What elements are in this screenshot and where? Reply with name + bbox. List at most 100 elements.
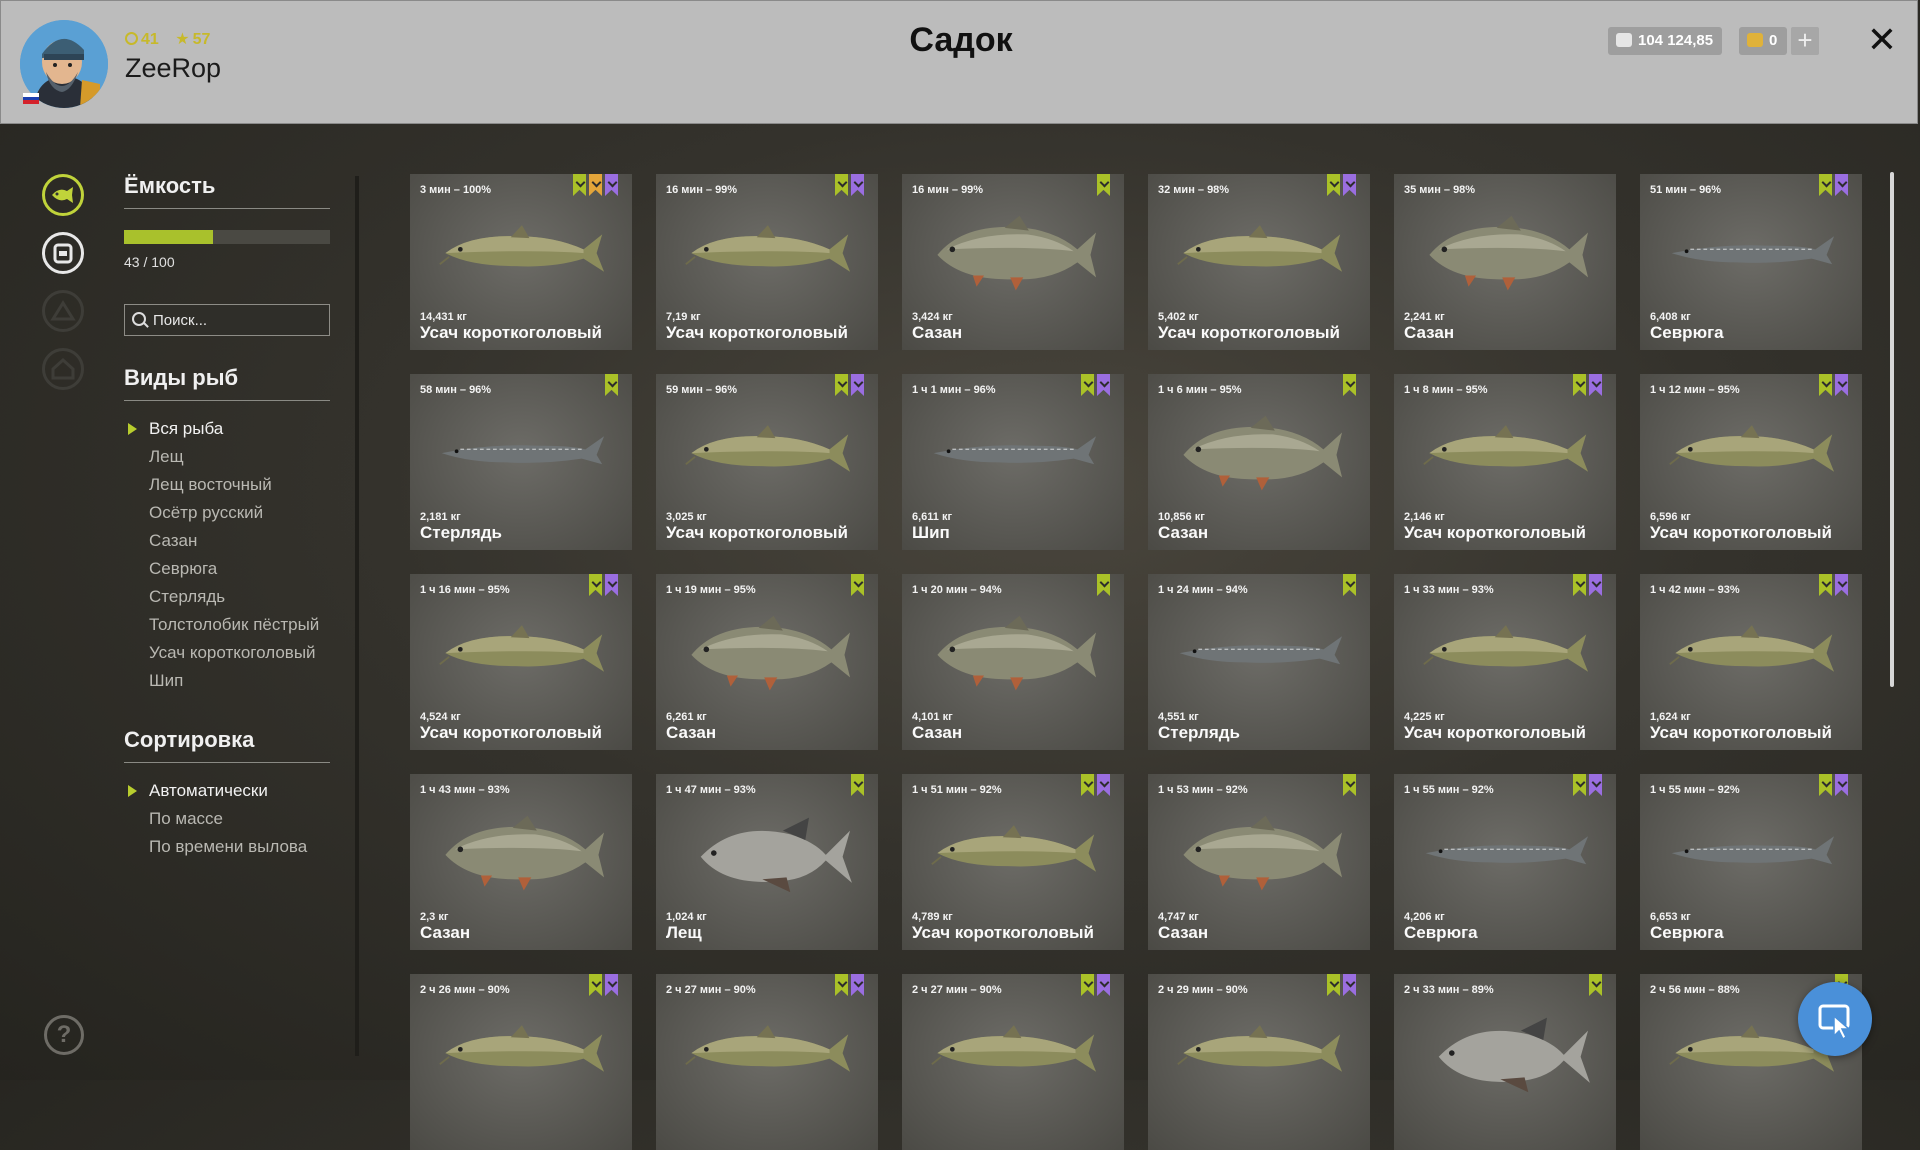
species-filter-item-3[interactable]: Осётр русский	[124, 499, 330, 527]
check-bookmark-icon	[1819, 574, 1832, 596]
fish-card[interactable]: 1 ч 55 мин – 92% 4,206 кг Севрюга	[1394, 774, 1616, 950]
fish-image	[1423, 625, 1589, 672]
fish-card[interactable]: 1 ч 47 мин – 93% 1,024 кг Лещ	[656, 774, 878, 950]
fish-badges	[589, 974, 618, 996]
fish-card[interactable]: 35 мин – 98% 2,241 кг Сазан	[1394, 174, 1616, 350]
catch-time-quality: 59 мин – 96%	[666, 384, 738, 396]
tent-icon[interactable]	[42, 290, 84, 332]
help-button[interactable]: ?	[44, 1015, 84, 1055]
fish-card[interactable]: 1 ч 20 мин – 94% 4,101 кг Сазан	[902, 574, 1124, 750]
purple-bookmark-icon	[1097, 974, 1110, 996]
fish-card[interactable]: 1 ч 33 мин – 93% 4,225 кг Усач короткоголо…	[1394, 574, 1616, 750]
cursor-mode-button[interactable]	[1798, 982, 1872, 1056]
fish-weight: 4,101 кг	[912, 711, 953, 723]
backpack-icon[interactable]	[42, 232, 84, 274]
fish-card[interactable]: 1 ч 12 мин – 95% 6,596 кг Усач короткоголо…	[1640, 374, 1862, 550]
fish-keepnet-icon[interactable]	[42, 174, 84, 216]
fish-card[interactable]: 1 ч 19 мин – 95% 6,261 кг Сазан	[656, 574, 878, 750]
catch-time-quality: 51 мин – 96%	[1650, 184, 1722, 196]
fish-name: Усач короткоголовый	[1650, 523, 1832, 542]
fish-badges	[1819, 374, 1848, 396]
purple-bookmark-icon	[1343, 174, 1356, 196]
fish-badges	[1081, 974, 1110, 996]
fish-card[interactable]: 1 ч 51 мин – 92% 4,789 кг Усач короткоголо…	[902, 774, 1124, 950]
fish-weight: 6,611 кг	[912, 511, 953, 523]
species-filter-item-7[interactable]: Толстолобик пёстрый	[124, 611, 330, 639]
fish-card[interactable]: 2 ч 27 мин – 90%	[902, 974, 1124, 1150]
fish-weight: 2,3 кг	[420, 911, 449, 923]
catch-time-quality: 1 ч 6 мин – 95%	[1158, 384, 1242, 396]
catch-time-quality: 1 ч 51 мин – 92%	[912, 784, 1002, 796]
fish-name: Сазан	[420, 923, 471, 942]
fish-name: Усач короткоголовый	[420, 323, 602, 342]
fish-card[interactable]: 2 ч 27 мин – 90%	[656, 974, 878, 1150]
buy-gold-button[interactable]: +	[1791, 27, 1819, 55]
fish-name: Усач короткоголовый	[666, 323, 848, 342]
fish-card[interactable]: 1 ч 43 мин – 93% 2,3 кг Сазан	[410, 774, 632, 950]
fish-image	[1179, 636, 1343, 665]
fish-card[interactable]: 58 мин – 96% 2,181 кг Стерлядь	[410, 374, 632, 550]
silver-amount: 104 124,85	[1638, 32, 1714, 49]
fish-card[interactable]: 1 ч 53 мин – 92% 4,747 кг Сазан	[1148, 774, 1370, 950]
fish-badges	[835, 174, 864, 196]
fish-weight: 10,856 кг	[1158, 511, 1205, 523]
species-filter-item-2[interactable]: Лещ восточный	[124, 471, 330, 499]
fish-card[interactable]: 51 мин – 96% 6,408 кг Севрюга	[1640, 174, 1862, 350]
species-filter-item-4[interactable]: Сазан	[124, 527, 330, 555]
home-icon[interactable]	[42, 348, 84, 390]
purple-bookmark-icon	[851, 174, 864, 196]
check-bookmark-icon	[835, 174, 848, 196]
fish-weight: 2,241 кг	[1404, 311, 1445, 323]
fish-name: Шип	[912, 523, 950, 542]
search-input[interactable]	[124, 304, 330, 336]
sort-option-2[interactable]: По времени вылова	[124, 833, 330, 861]
fish-badges	[1819, 774, 1848, 796]
fish-weight: 4,551 кг	[1158, 711, 1199, 723]
purple-bookmark-icon	[1835, 174, 1848, 196]
fish-card[interactable]: 3 мин – 100% 14,431 кг Усач короткоголовый	[410, 174, 632, 350]
fish-weight: 4,225 кг	[1404, 711, 1445, 723]
fish-card[interactable]: 32 мин – 98% 5,402 кг Усач короткоголовый	[1148, 174, 1370, 350]
purple-bookmark-icon	[1343, 974, 1356, 996]
country-flag-icon	[23, 93, 39, 104]
sort-option-0[interactable]: Автоматически	[124, 777, 330, 805]
fish-card[interactable]: 1 ч 42 мин – 93% 1,624 кг Усач короткоголо…	[1640, 574, 1862, 750]
species-filter-item-9[interactable]: Шип	[124, 667, 330, 695]
fish-card[interactable]: 59 мин – 96% 3,025 кг Усач короткоголовый	[656, 374, 878, 550]
fish-card[interactable]: 2 ч 26 мин – 90%	[410, 974, 632, 1150]
fish-badges	[1097, 574, 1110, 596]
fish-badges	[1343, 774, 1356, 796]
fish-card[interactable]: 16 мин – 99% 7,19 кг Усач короткоголовый	[656, 174, 878, 350]
grid-scrollbar[interactable]	[1890, 172, 1894, 687]
species-filter-item-5[interactable]: Севрюга	[124, 555, 330, 583]
fish-card[interactable]: 2 ч 29 мин – 90%	[1148, 974, 1370, 1150]
fish-card[interactable]: 1 ч 8 мин – 95% 2,146 кг Усач короткоголов…	[1394, 374, 1616, 550]
fish-image	[439, 225, 605, 272]
species-filter-item-6[interactable]: Стерлядь	[124, 583, 330, 611]
fish-card[interactable]: 1 ч 1 мин – 96% 6,611 кг Шип	[902, 374, 1124, 550]
fish-card[interactable]: 1 ч 16 мин – 95% 4,524 кг Усач короткоголо…	[410, 574, 632, 750]
catch-time-quality: 2 ч 27 мин – 90%	[912, 984, 1002, 996]
fish-badges	[1343, 374, 1356, 396]
sort-option-1[interactable]: По массе	[124, 805, 330, 833]
fish-image	[700, 817, 852, 893]
fish-card[interactable]: 1 ч 6 мин – 95% 10,856 кг Сазан	[1148, 374, 1370, 550]
catch-time-quality: 16 мин – 99%	[912, 184, 984, 196]
fish-name: Сазан	[912, 323, 963, 342]
fish-weight: 4,206 кг	[1404, 911, 1445, 923]
fish-image	[1177, 225, 1343, 272]
close-button[interactable]: ✕	[1865, 21, 1899, 59]
fish-badges	[573, 174, 618, 196]
fish-weight: 6,596 кг	[1650, 511, 1691, 523]
species-filter-item-0[interactable]: Вся рыба	[124, 415, 330, 443]
fish-card[interactable]: 16 мин – 99% 3,424 кг Сазан	[902, 174, 1124, 350]
fish-name: Сазан	[1158, 523, 1209, 542]
species-filter-item-8[interactable]: Усач короткоголовый	[124, 639, 330, 667]
catch-time-quality: 1 ч 1 мин – 96%	[912, 384, 996, 396]
catch-time-quality: 16 мин – 99%	[666, 184, 738, 196]
fish-card[interactable]: 2 ч 33 мин – 89%	[1394, 974, 1616, 1150]
fish-card[interactable]: 1 ч 24 мин – 94% 4,551 кг Стерлядь	[1148, 574, 1370, 750]
species-filter-item-1[interactable]: Лещ	[124, 443, 330, 471]
fish-card[interactable]: 1 ч 55 мин – 92% 6,653 кг Севрюга	[1640, 774, 1862, 950]
fish-image	[1669, 425, 1835, 472]
